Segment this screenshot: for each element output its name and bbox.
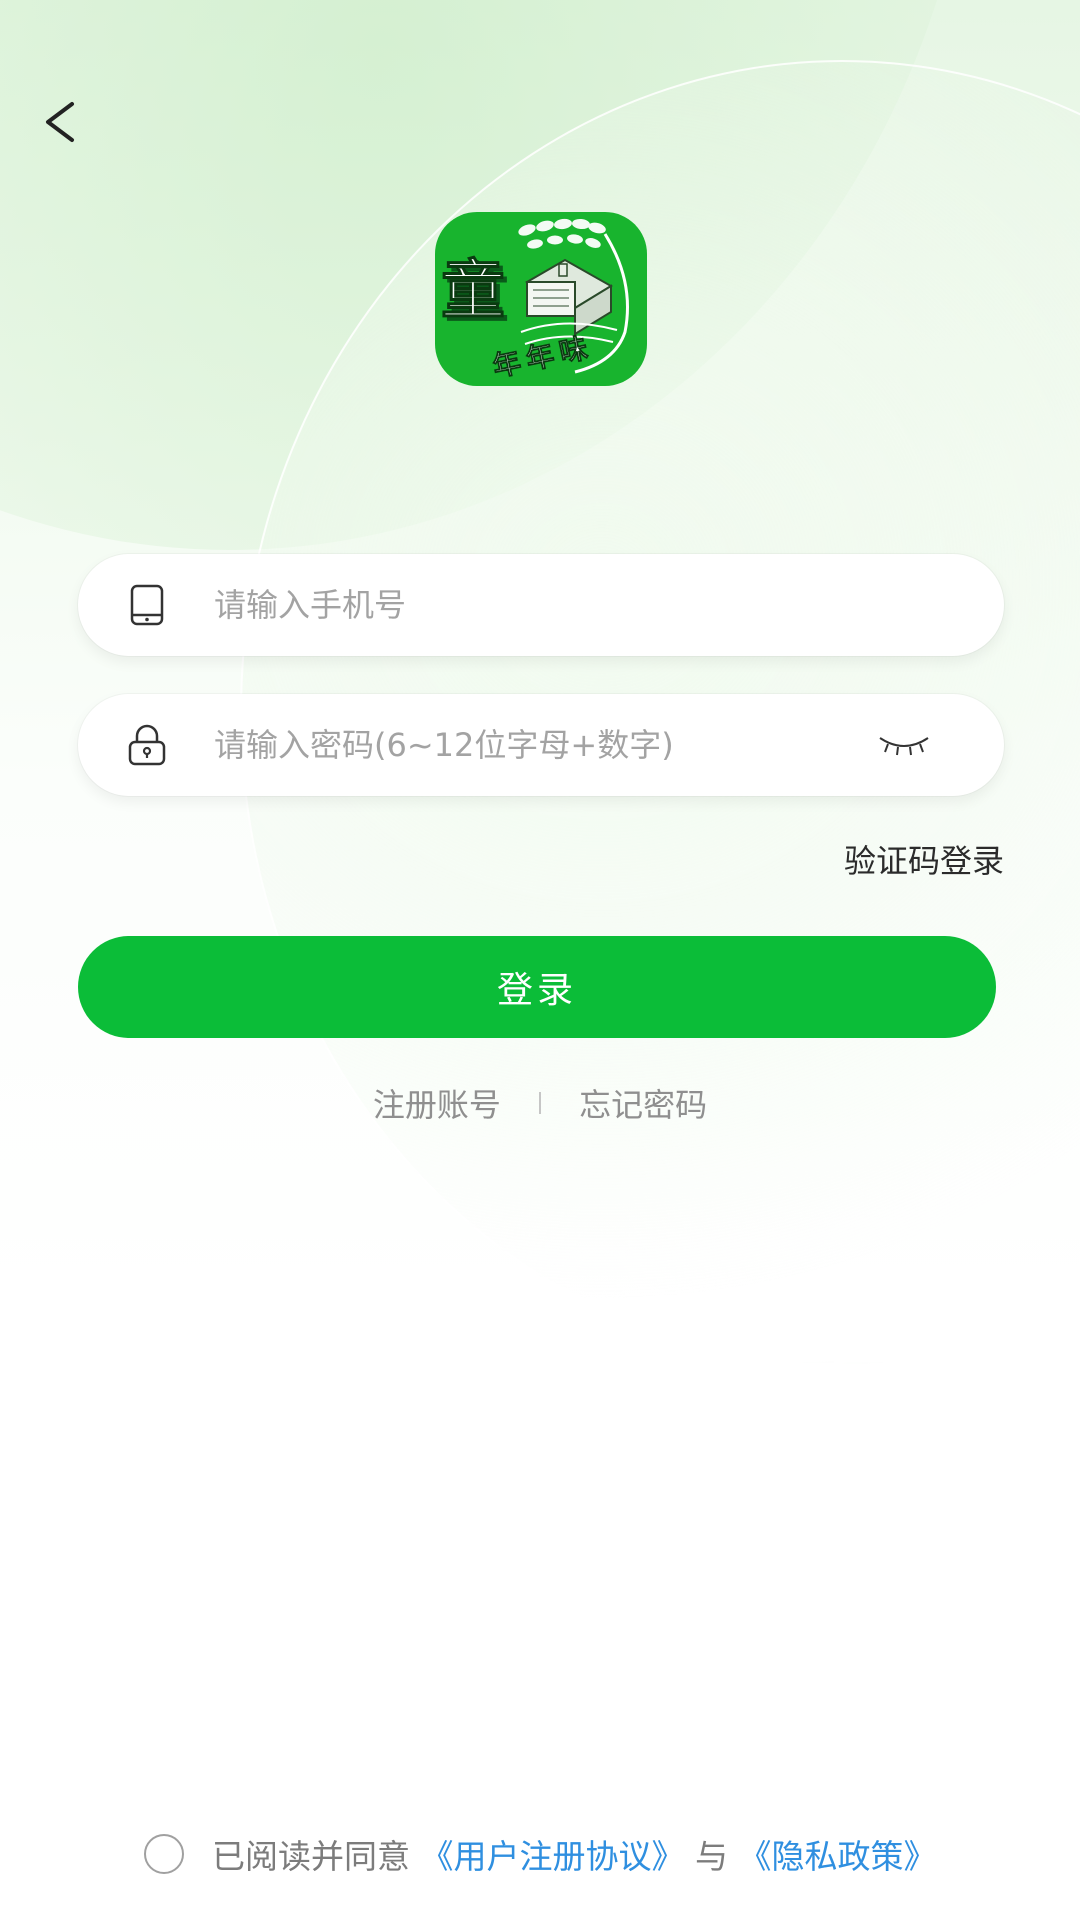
app-logo: 童 童 年年味	[435, 212, 647, 386]
agreement-connector: 与	[695, 1837, 728, 1876]
links-divider	[539, 1092, 541, 1114]
phone-icon	[130, 584, 164, 626]
agreement-prefix: 已阅读并同意	[212, 1837, 410, 1876]
password-input[interactable]	[214, 694, 814, 796]
sms-login-link[interactable]: 验证码登录	[844, 836, 1004, 882]
eye-closed-icon[interactable]	[876, 724, 932, 766]
lock-icon	[128, 724, 166, 766]
phone-field	[78, 554, 1004, 656]
logo-main-char: 童	[441, 253, 505, 328]
login-button[interactable]: 登录	[78, 936, 996, 1038]
agreement-row: 已阅读并同意 《用户注册协议》 与 《隐私政策》	[0, 1830, 1080, 1878]
agreement-checkbox[interactable]	[143, 1834, 184, 1874]
chevron-left-icon	[46, 102, 74, 142]
user-agreement-link[interactable]: 《用户注册协议》	[421, 1830, 685, 1878]
phone-input[interactable]	[214, 554, 914, 656]
forgot-password-link[interactable]: 忘记密码	[579, 1080, 707, 1126]
register-link[interactable]: 注册账号	[373, 1080, 501, 1126]
logo-sub-text: 年年味	[490, 330, 597, 383]
back-button[interactable]	[36, 92, 86, 152]
password-field	[78, 694, 1004, 796]
account-links: 注册账号 忘记密码	[0, 1080, 1080, 1126]
privacy-policy-link[interactable]: 《隐私政策》	[739, 1830, 937, 1878]
